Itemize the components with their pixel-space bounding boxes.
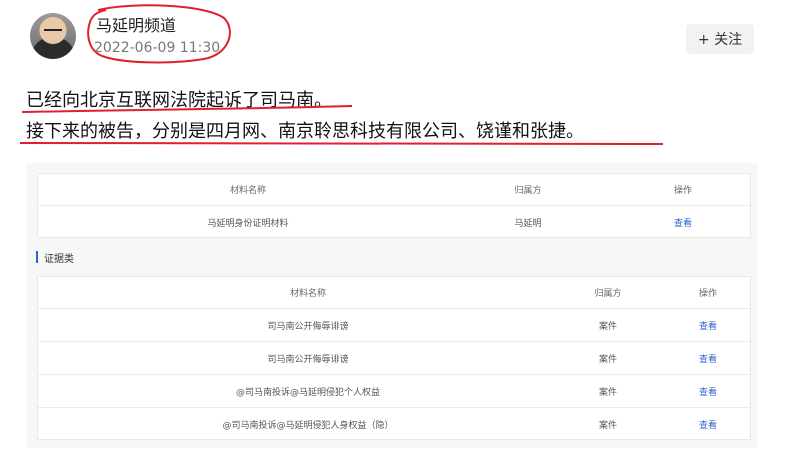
material-name: @司马南投诉@马延明侵犯人身权益（隐）	[222, 421, 394, 431]
view-link[interactable]: 查看	[658, 375, 758, 407]
view-link[interactable]: 查看	[658, 408, 758, 441]
view-link[interactable]: 查看	[658, 309, 758, 341]
identity-materials-table: 材料名称 归属方 操作 马延明身份证明材料 马延明 查看	[37, 173, 751, 238]
red-underline-annotation	[19, 105, 664, 145]
evidence-materials-table: 材料名称 归属方 操作 司马南公开侮辱诽谤 案件 查看 司马南公开侮辱诽谤 案件…	[37, 276, 751, 440]
material-name: 马延明身份证明材料	[207, 219, 289, 229]
material-owner: 案件	[598, 321, 617, 332]
column-header-owner: 归属方	[594, 289, 622, 299]
table-row: 司马南公开侮辱诽谤 案件 查看	[38, 342, 750, 375]
column-header-name: 材料名称	[289, 289, 326, 299]
view-link[interactable]: 查看	[628, 206, 738, 239]
table-row: 司马南公开侮辱诽谤 案件 查看	[38, 309, 750, 342]
table-row: 马延明身份证明材料 马延明 查看	[38, 206, 750, 239]
section-accent-bar	[36, 251, 38, 263]
material-owner: 案件	[598, 354, 617, 365]
table-row: @司马南投诉@马延明侵犯个人权益 案件 查看	[38, 375, 750, 408]
material-owner: 案件	[598, 421, 617, 431]
column-header-owner: 归属方	[514, 186, 542, 196]
section-header-evidence: 证据类	[36, 250, 74, 265]
table-row: @司马南投诉@马延明侵犯人身权益（隐） 案件 查看	[38, 408, 750, 441]
table-header-row: 材料名称 归属方 操作	[38, 174, 750, 206]
column-header-action: 操作	[673, 186, 692, 196]
column-header-name: 材料名称	[229, 186, 266, 196]
table-header-row: 材料名称 归属方 操作	[38, 277, 750, 309]
material-owner: 马延明	[514, 219, 542, 229]
material-name: 司马南公开侮辱诽谤	[267, 354, 349, 365]
section-title: 证据类	[44, 253, 74, 265]
material-name: 司马南公开侮辱诽谤	[267, 321, 349, 332]
view-link[interactable]: 查看	[658, 342, 758, 374]
material-owner: 案件	[598, 387, 617, 398]
material-name: @司马南投诉@马延明侵犯个人权益	[235, 387, 380, 398]
column-header-action: 操作	[698, 289, 717, 299]
